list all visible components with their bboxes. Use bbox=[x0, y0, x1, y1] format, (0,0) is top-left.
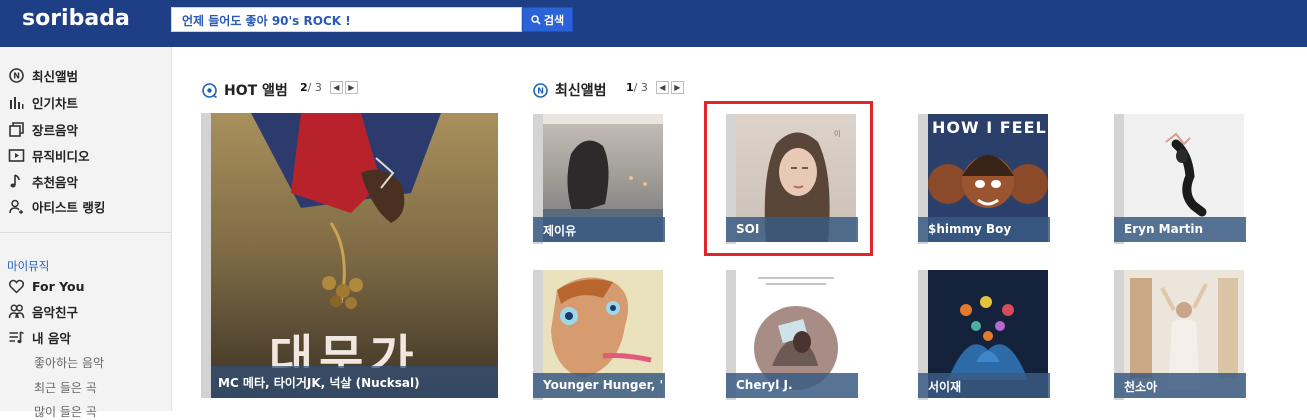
hot-album-art-text: 대무가 bbox=[269, 330, 420, 368]
sidebar-item-friends[interactable]: 음악친구 bbox=[8, 301, 78, 321]
search-button[interactable]: 검색 bbox=[522, 7, 573, 32]
hot-album-label[interactable]: MC 메타, 타이거JK, 넉살 (Nucksal) bbox=[211, 366, 498, 398]
album-artist-label: 제이유 bbox=[533, 217, 665, 242]
artist-icon bbox=[9, 199, 23, 214]
hot-page-total: 3 bbox=[314, 81, 322, 94]
sidebar-sub-most-played[interactable]: 많이 들은 곡 bbox=[34, 403, 97, 420]
sidebar-sub-liked[interactable]: 좋아하는 음악 bbox=[34, 354, 104, 371]
latest-pager: 1 / 3 ◀ ▶ bbox=[626, 81, 684, 94]
sidebar-item-genre[interactable]: 장르음악 bbox=[8, 119, 78, 139]
sidebar-item-recommend[interactable]: 추천음악 bbox=[8, 171, 78, 191]
hot-icon bbox=[202, 82, 217, 98]
album-card[interactable]: Younger Hunger, ' bbox=[533, 270, 665, 400]
soribada-logo[interactable]: soribada bbox=[22, 6, 130, 31]
hot-album-title: HOT 앨범 bbox=[201, 80, 288, 100]
heart-icon bbox=[8, 279, 25, 294]
album-artist-label: 천소아 bbox=[1114, 373, 1246, 398]
album-artist-label: 서이재 bbox=[918, 373, 1050, 398]
playlist-icon bbox=[9, 330, 24, 343]
latest-next-button[interactable]: ▶ bbox=[670, 81, 684, 94]
sidebar: N 최신앨범 인기차트 장르음악 뮤직비디오 추천음악 아티스트 랭킹 마이뮤직… bbox=[0, 47, 172, 419]
album-card[interactable]: 서이재 bbox=[918, 270, 1050, 400]
search-icon bbox=[531, 14, 541, 25]
album-artist-label: $himmy Boy bbox=[918, 217, 1050, 242]
album-artist-label: Younger Hunger, ' bbox=[533, 373, 665, 398]
top-header: soribada 검색 bbox=[0, 0, 1307, 47]
sidebar-item-for-you[interactable]: For You bbox=[8, 276, 85, 296]
my-music-heading: 마이뮤직 bbox=[7, 259, 50, 273]
sidebar-item-label: 아티스트 랭킹 bbox=[32, 199, 106, 215]
album-art-title: HOW I FEEL bbox=[932, 118, 1047, 137]
latest-page-current: 1 bbox=[626, 81, 634, 94]
latest-prev-button[interactable]: ◀ bbox=[655, 81, 669, 94]
hot-album-shadow bbox=[201, 113, 211, 398]
hot-title-label: HOT 앨범 bbox=[224, 83, 288, 99]
highlight-box bbox=[704, 101, 873, 256]
hot-next-button[interactable]: ▶ bbox=[344, 81, 358, 94]
search-box[interactable] bbox=[171, 7, 522, 32]
sidebar-item-artist-ranking[interactable]: 아티스트 랭킹 bbox=[8, 196, 105, 216]
album-card[interactable]: Eryn Martin bbox=[1114, 114, 1246, 244]
latest-page-total: 3 bbox=[640, 81, 648, 94]
genre-icon bbox=[9, 121, 24, 137]
sidebar-item-label: 내 음악 bbox=[32, 330, 71, 346]
sidebar-item-label: 최신앨범 bbox=[32, 68, 79, 84]
new-album-icon: N bbox=[9, 67, 24, 83]
new-album-icon: N bbox=[533, 82, 548, 98]
latest-title-label: 최신앨범 bbox=[555, 83, 607, 99]
video-icon bbox=[8, 148, 25, 162]
sidebar-item-label: 뮤직비디오 bbox=[32, 148, 90, 164]
hot-page-sep: / bbox=[307, 81, 315, 94]
hot-prev-button[interactable]: ◀ bbox=[329, 81, 343, 94]
album-card[interactable]: 천소아 bbox=[1114, 270, 1246, 400]
album-artist-label: Cheryl J. bbox=[726, 373, 858, 398]
sidebar-item-label: 장르음악 bbox=[32, 122, 79, 138]
svg-text:N: N bbox=[13, 71, 20, 80]
sidebar-item-label: 추천음악 bbox=[32, 174, 79, 190]
album-artist-label: Eryn Martin bbox=[1114, 217, 1246, 242]
sidebar-item-new-album[interactable]: N 최신앨범 bbox=[8, 65, 78, 85]
sidebar-item-label: 음악친구 bbox=[32, 304, 79, 320]
svg-text:N: N bbox=[537, 86, 544, 95]
sidebar-divider bbox=[0, 232, 171, 233]
sidebar-item-video[interactable]: 뮤직비디오 bbox=[8, 145, 90, 165]
sidebar-item-label: 인기차트 bbox=[32, 95, 79, 111]
hot-pager: 2 / 3 ◀ ▶ bbox=[300, 81, 358, 94]
latest-album-title: N 최신앨범 bbox=[532, 80, 607, 100]
sidebar-item-chart[interactable]: 인기차트 bbox=[8, 92, 78, 112]
latest-page-sep: / bbox=[633, 81, 641, 94]
album-card[interactable]: Cheryl J. bbox=[726, 270, 858, 400]
search-button-label: 검색 bbox=[543, 13, 565, 27]
friends-icon bbox=[8, 304, 25, 318]
sidebar-item-label: For You bbox=[32, 278, 85, 294]
sidebar-item-my-music[interactable]: 내 음악 bbox=[8, 327, 71, 347]
hot-page-current: 2 bbox=[300, 81, 308, 94]
sidebar-sub-recent[interactable]: 최근 들은 곡 bbox=[34, 379, 97, 396]
album-card[interactable]: HOW I FEEL $himmy Boy bbox=[918, 114, 1050, 244]
album-card[interactable]: 제이유 bbox=[533, 114, 665, 244]
chart-icon bbox=[10, 96, 24, 109]
search-input[interactable] bbox=[182, 11, 512, 29]
music-note-icon bbox=[10, 173, 20, 187]
